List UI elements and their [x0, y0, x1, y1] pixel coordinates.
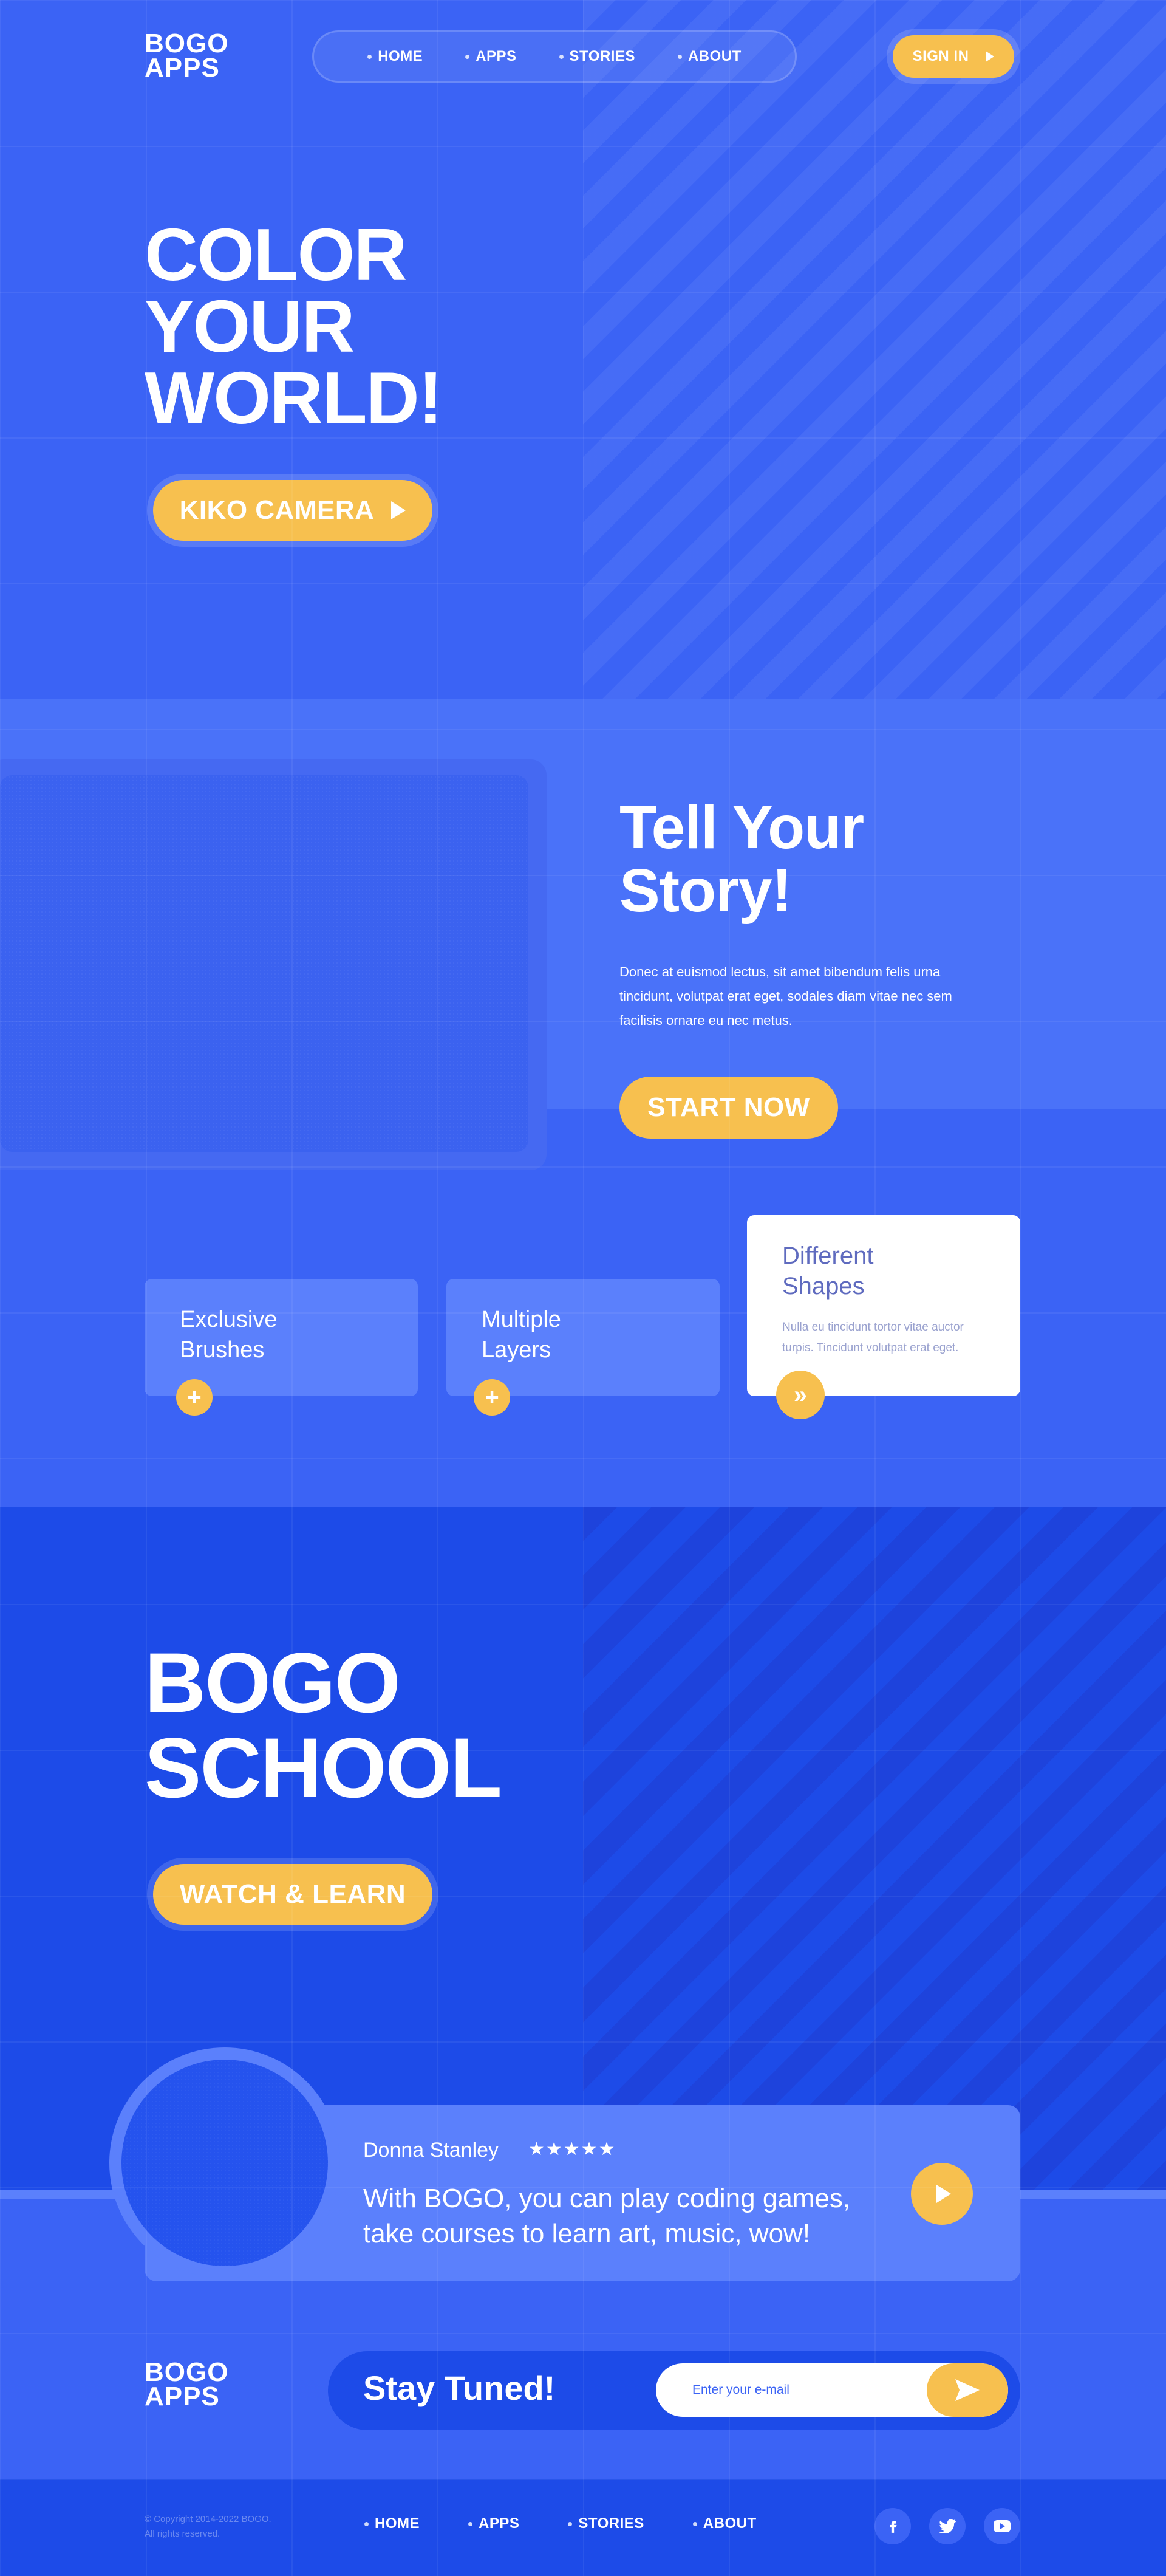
feature-body: Nulla eu tincidunt tortor vitae auctor t…: [782, 1321, 964, 1354]
feature-card-layers[interactable]: Multiple Layers: [446, 1279, 720, 1396]
footer-nav: HOME APPS STORIES ABOUT: [364, 2515, 757, 2532]
dot-icon: [465, 54, 470, 59]
youtube-button[interactable]: [984, 2508, 1020, 2544]
twitter-icon: [939, 2519, 956, 2533]
story-body: Donec at euismod lectus, sit amet bibend…: [619, 964, 952, 1028]
logo-line2: APPS: [145, 53, 220, 83]
testimonial-name: Donna Stanley: [363, 2139, 499, 2162]
footer-nav-stories[interactable]: STORIES: [568, 2515, 644, 2532]
play-icon: [936, 2185, 951, 2203]
logo[interactable]: BOGO APPS: [145, 29, 229, 83]
nav-item-label: APPS: [479, 2515, 520, 2532]
nav-item-label: STORIES: [578, 2515, 644, 2532]
twitter-button[interactable]: [929, 2508, 966, 2544]
hero-stripes: [583, 0, 1166, 699]
feature-title-line2: Layers: [482, 1337, 551, 1363]
send-button[interactable]: [927, 2363, 1008, 2417]
feature-title-line1: Exclusive: [180, 1307, 278, 1332]
kiko-camera-label: KIKO CAMERA: [179, 495, 375, 525]
nav-item-label: APPS: [476, 48, 517, 64]
dot-icon: [367, 54, 372, 59]
school-stripes: [583, 1507, 1166, 2193]
logo-line1: BOGO: [145, 29, 229, 58]
story-title-line1: Tell Your: [619, 793, 864, 862]
play-icon: [391, 501, 406, 519]
story-media[interactable]: [0, 775, 528, 1152]
hero-title: COLOR YOUR WORLD!: [145, 213, 443, 439]
send-icon: [955, 2379, 980, 2401]
sign-in-button[interactable]: SIGN IN: [893, 35, 1014, 78]
story-title: Tell Your Story!: [619, 796, 864, 922]
story-title-line2: Story!: [619, 857, 792, 925]
dot-icon: [568, 2521, 573, 2526]
school-title-line1: BOGO: [145, 1635, 401, 1730]
nav-item-label: STORIES: [569, 48, 635, 64]
facebook-button[interactable]: [874, 2508, 911, 2544]
feature-title-line1: Multiple: [482, 1307, 561, 1332]
footer-nav-home[interactable]: HOME: [364, 2515, 420, 2532]
start-now-button[interactable]: START NOW: [619, 1077, 838, 1139]
nav-item-apps[interactable]: APPS: [465, 48, 516, 65]
expand-brushes-button[interactable]: +: [176, 1379, 213, 1416]
logo-line1: BOGO: [145, 2357, 229, 2387]
nav-item-about[interactable]: ABOUT: [677, 48, 742, 65]
avatar: [121, 2060, 328, 2266]
newsletter-title: Stay Tuned!: [363, 2369, 556, 2407]
logo-line2: APPS: [145, 2382, 220, 2411]
expand-shapes-button[interactable]: »: [776, 1371, 825, 1419]
footer-logo[interactable]: BOGO APPS: [145, 2357, 229, 2411]
testimonial-quote: With BOGO, you can play coding games, ta…: [363, 2184, 851, 2249]
hero-title-line2: YOUR: [145, 285, 355, 368]
hero-title-line1: COLOR: [145, 213, 407, 296]
double-chevron-icon: »: [793, 1382, 808, 1408]
watch-learn-button[interactable]: WATCH & LEARN: [153, 1864, 432, 1925]
nav-item-label: HOME: [378, 48, 423, 64]
feature-title-line2: Brushes: [180, 1337, 265, 1363]
dot-icon: [364, 2521, 369, 2526]
play-video-button[interactable]: [911, 2163, 973, 2225]
footer-nav-apps[interactable]: APPS: [468, 2515, 519, 2532]
plus-icon: +: [485, 1384, 499, 1411]
kiko-camera-button[interactable]: KIKO CAMERA: [153, 480, 432, 541]
plus-icon: +: [187, 1384, 202, 1411]
nav-item-stories[interactable]: STORIES: [559, 48, 635, 65]
footer-nav-about[interactable]: ABOUT: [692, 2515, 757, 2532]
dot-icon: [468, 2521, 472, 2526]
nav-item-label: HOME: [375, 2515, 420, 2532]
dot-icon: [559, 54, 564, 59]
feature-title-line1: Different: [782, 1242, 874, 1269]
feature-card-shapes[interactable]: Different Shapes Nulla eu tincidunt tort…: [747, 1215, 1020, 1396]
school-title: BOGO SCHOOL: [145, 1635, 502, 1815]
rating-stars: ★★★★★: [528, 2139, 616, 2159]
facebook-icon: [890, 2521, 897, 2533]
feature-card-brushes[interactable]: Exclusive Brushes: [145, 1279, 418, 1396]
nav-item-label: ABOUT: [687, 48, 742, 64]
sign-in-label: SIGN IN: [912, 48, 969, 64]
copyright-line1: © Copyright 2014-2022 BOGO.: [145, 2514, 271, 2524]
school-title-line2: SCHOOL: [145, 1720, 502, 1815]
hero-title-line3: WORLD!: [145, 357, 443, 439]
copyright: © Copyright 2014-2022 BOGO. All rights r…: [145, 2512, 271, 2541]
youtube-icon: [994, 2520, 1011, 2532]
feature-title: Different Shapes: [782, 1241, 985, 1301]
expand-layers-button[interactable]: +: [474, 1379, 510, 1416]
feature-title-line2: Shapes: [782, 1273, 865, 1300]
play-icon: [986, 51, 995, 62]
dot-icon: [692, 2521, 697, 2526]
copyright-line2: All rights reserved.: [145, 2529, 220, 2539]
nav-item-home[interactable]: HOME: [367, 48, 423, 65]
dot-icon: [677, 54, 682, 59]
main-nav: HOME APPS STORIES ABOUT: [312, 30, 797, 83]
nav-item-label: ABOUT: [703, 2515, 757, 2532]
